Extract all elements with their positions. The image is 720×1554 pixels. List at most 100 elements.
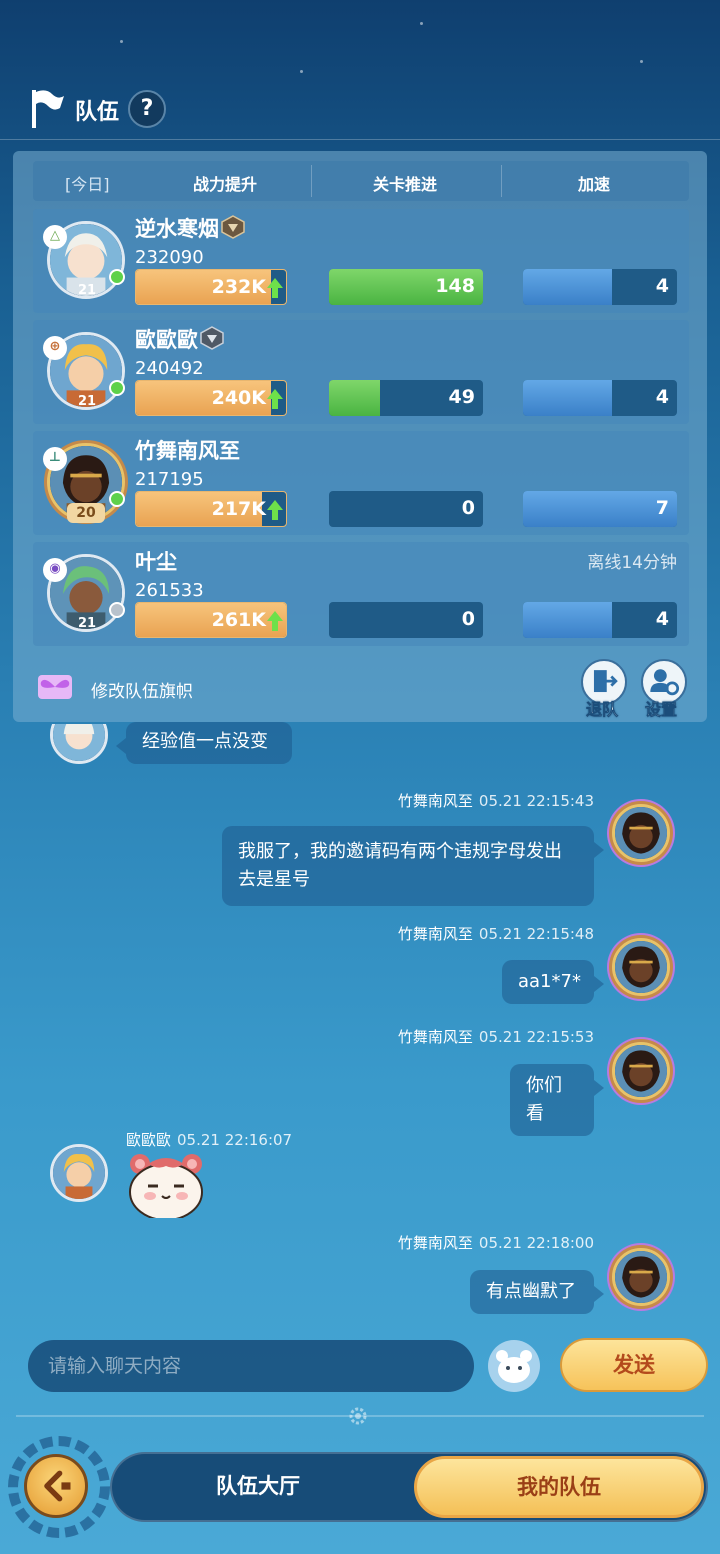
power-up-arrow-icon [267, 500, 283, 520]
online-status-dot [109, 269, 125, 285]
chat-meta: 竹舞南风至 05.21 22:15:43 [398, 790, 594, 811]
header: 队伍 ? [0, 80, 720, 140]
power-bar: 240K [135, 380, 287, 416]
member-name: 歐歐歐 [135, 324, 224, 354]
speed-bar-value: 7 [655, 497, 669, 519]
member-name: 竹舞南风至 [135, 439, 240, 463]
member-level: 21 [77, 394, 97, 409]
member-power: 261533 [135, 580, 204, 601]
speed-bar: 4 [523, 380, 677, 416]
page-title: 队伍 [75, 100, 120, 125]
stage-bar-value: 49 [448, 386, 475, 408]
member-row[interactable]: ⊕ 21 歐歐歐 240492 240K 49 4 [33, 320, 689, 424]
chat-meta: 竹舞南风至 05.21 22:18:00 [398, 1232, 594, 1253]
class-badge-icon: ⊥ [43, 447, 67, 471]
speed-bar-fill [523, 602, 613, 638]
back-button[interactable] [24, 1454, 88, 1518]
gear-ornament-icon [349, 1407, 367, 1425]
power-bar: 217K [135, 491, 287, 527]
chat-avatar[interactable] [612, 1042, 670, 1100]
chat-avatar[interactable] [50, 1144, 108, 1202]
speed-bar-fill [523, 269, 613, 305]
chat-sender: 竹舞南风至 [397, 1028, 473, 1046]
stage-bar-value: 148 [435, 275, 475, 297]
speed-bar-fill [523, 380, 613, 416]
member-row[interactable]: △ 21 逆水寒烟 232090 232K 148 4 [33, 209, 689, 313]
stage-bar-value: 0 [461, 608, 475, 630]
member-power: 217195 [135, 469, 204, 490]
stats-header: [今日] 战力提升 关卡推进 加速 [33, 161, 689, 201]
online-status-dot [109, 491, 125, 507]
class-badge-icon: ⊕ [43, 336, 67, 360]
stage-bar-fill [329, 380, 380, 416]
member-name: 叶尘 [135, 550, 177, 574]
online-status-dot [109, 380, 125, 396]
chat-meta: 竹舞南风至 05.21 22:15:48 [398, 923, 594, 944]
rank-badge-icon [221, 215, 245, 239]
power-bar-value: 240K [211, 387, 266, 409]
team-settings-label: 设置 [645, 700, 678, 720]
member-power: 240492 [135, 358, 204, 379]
chat-input[interactable] [28, 1340, 474, 1392]
col-speed-label: 加速 [578, 175, 611, 194]
member-level: 21 [77, 283, 97, 298]
speed-bar: 4 [523, 602, 677, 638]
member-row[interactable]: ◉ 21 叶尘 离线14分钟 261533 261K 0 4 [33, 542, 689, 646]
class-badge-icon: △ [43, 225, 67, 249]
team-panel: [今日] 战力提升 关卡推进 加速 △ 21 逆水寒烟 232090 232K … [13, 151, 707, 722]
today-label: [今日] [65, 175, 110, 194]
tab-my-team[interactable]: 我的队伍 [414, 1456, 704, 1518]
speed-bar-fill [523, 491, 677, 527]
power-up-arrow-icon [267, 611, 283, 631]
speed-bar-value: 4 [655, 275, 669, 297]
speed-bar-value: 4 [655, 386, 669, 408]
chat-bubble: 有点幽默了 [470, 1270, 604, 1314]
chat-sender: 竹舞南风至 [397, 925, 473, 943]
col-stage-label: 关卡推进 [373, 175, 438, 194]
member-level: 20 [67, 503, 105, 523]
tab-team-lobby[interactable]: 队伍大厅 [216, 1470, 300, 1500]
emoji-button[interactable] [488, 1340, 540, 1392]
team-flag-icon [32, 90, 64, 128]
stage-bar-value: 0 [461, 497, 475, 519]
chat-time: 05.21 22:15:43 [478, 792, 594, 810]
chat-avatar[interactable] [612, 1248, 670, 1306]
edit-flag-button[interactable]: 修改队伍旗帜 [91, 677, 193, 702]
help-button[interactable]: ? [128, 90, 166, 128]
chat-bubble: 我服了，我的邀请码有两个违规字母发出去是星号 [222, 826, 604, 906]
col-power-label: 战力提升 [193, 175, 258, 194]
chat-time: 05.21 22:18:00 [478, 1234, 594, 1252]
chat-sender: 歐歐歐 [126, 1131, 172, 1149]
offline-status-dot [109, 602, 125, 618]
hamster-sticker-icon [129, 1154, 203, 1218]
stage-bar: 49 [329, 380, 483, 416]
stage-bar: 0 [329, 602, 483, 638]
chat-sender: 竹舞南风至 [397, 1234, 473, 1252]
power-bar-value: 261K [211, 609, 266, 631]
member-row[interactable]: ⊥ 20 竹舞南风至 217195 217K 0 7 [33, 431, 689, 535]
chat-bubble: aa1*7* [502, 960, 604, 1004]
power-bar: 232K [135, 269, 287, 305]
power-bar-value: 217K [211, 498, 266, 520]
emoji-face-icon [496, 1350, 532, 1383]
chat-time: 05.21 22:16:07 [177, 1131, 293, 1149]
stage-bar: 0 [329, 491, 483, 527]
chat-time: 05.21 22:15:53 [478, 1028, 594, 1046]
class-badge-icon: ◉ [43, 558, 67, 582]
send-button[interactable]: 发送 [560, 1338, 708, 1392]
member-power: 232090 [135, 247, 204, 268]
chat-sender: 竹舞南风至 [397, 792, 473, 810]
power-up-arrow-icon [267, 278, 283, 298]
chat-time: 05.21 22:15:48 [478, 925, 594, 943]
chat-avatar[interactable] [612, 938, 670, 996]
chat-bubble: 你们看 [510, 1064, 604, 1136]
speed-bar-value: 4 [655, 608, 669, 630]
butterfly-flag-icon[interactable] [37, 674, 73, 700]
leave-team-label: 退队 [586, 700, 619, 720]
chat-bubble: 经验值一点没变 [116, 722, 292, 764]
power-bar: 261K [135, 602, 287, 638]
offline-duration: 离线14分钟 [587, 553, 677, 573]
speed-bar: 7 [523, 491, 677, 527]
chat-avatar[interactable] [612, 804, 670, 862]
rank-badge-icon [200, 326, 224, 350]
